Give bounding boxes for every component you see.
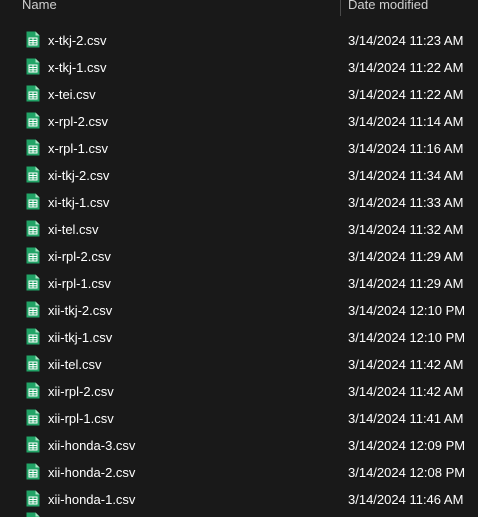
csv-spreadsheet-icon: [26, 409, 40, 426]
file-row[interactable]: xii-honda-3.csv 3/14/2024 12:09 PM: [0, 432, 478, 459]
csv-spreadsheet-icon: [26, 301, 40, 318]
file-row[interactable]: xii-rpl-1.csv 3/14/2024 11:41 AM: [0, 405, 478, 432]
file-date-modified: 3/14/2024 11:22 AM: [348, 60, 464, 75]
csv-spreadsheet-icon: [26, 85, 40, 102]
file-name: xii-rpl-2.csv: [48, 384, 114, 399]
file-name: x-rpl-1.csv: [48, 141, 108, 156]
csv-spreadsheet-icon: [26, 139, 40, 156]
file-name: xi-tkj-1.csv: [48, 195, 110, 210]
file-row[interactable]: xi-tkj-1.csv 3/14/2024 11:33 AM: [0, 189, 478, 216]
csv-spreadsheet-icon: [26, 247, 40, 264]
file-date-modified: 3/14/2024 11:41 AM: [348, 411, 464, 426]
name-column-header[interactable]: Name: [22, 0, 57, 14]
csv-spreadsheet-icon: [26, 166, 40, 183]
csv-spreadsheet-icon: [26, 490, 40, 507]
csv-spreadsheet-icon: [26, 512, 40, 517]
csv-spreadsheet-icon: [26, 382, 40, 399]
file-name: x-tkj-2.csv: [48, 33, 107, 48]
file-row[interactable]: xi-tel.csv 3/14/2024 11:32 AM: [0, 216, 478, 243]
file-name: xii-tel.csv: [48, 357, 102, 372]
csv-spreadsheet-icon: [26, 193, 40, 210]
file-date-modified: 3/14/2024 11:34 AM: [348, 168, 464, 183]
column-divider[interactable]: [340, 0, 341, 16]
file-date-modified: 3/14/2024 11:29 AM: [348, 276, 464, 291]
file-name: xii-tkj-1.csv: [48, 330, 113, 345]
file-date-modified: 3/14/2024 11:32 AM: [348, 222, 464, 237]
file-name: xii-honda-2.csv: [48, 465, 136, 480]
file-row[interactable]: xii-honda-1.csv 3/14/2024 11:46 AM: [0, 486, 478, 513]
file-row[interactable]: xii-tkj-2.csv 3/14/2024 12:10 PM: [0, 297, 478, 324]
file-date-modified: 3/14/2024 11:16 AM: [348, 141, 464, 156]
file-row[interactable]: xi-rpl-2.csv 3/14/2024 11:29 AM: [0, 243, 478, 270]
file-name: xi-rpl-1.csv: [48, 276, 111, 291]
file-row[interactable]: x-rpl-2.csv 3/14/2024 11:14 AM: [0, 108, 478, 135]
file-row[interactable]: xii-honda-2.csv 3/14/2024 12:08 PM: [0, 459, 478, 486]
file-row[interactable]: x-tei.csv 3/14/2024 11:22 AM: [0, 81, 478, 108]
file-row[interactable]: x-tkj-2.csv 3/14/2024 11:23 AM: [0, 27, 478, 54]
file-row[interactable]: xi-tkj-2.csv 3/14/2024 11:34 AM: [0, 162, 478, 189]
file-date-modified: 3/14/2024 11:42 AM: [348, 357, 464, 372]
file-row[interactable]: xii-tkj-1.csv 3/14/2024 12:10 PM: [0, 324, 478, 351]
file-date-modified: 3/14/2024 11:33 AM: [348, 195, 464, 210]
csv-spreadsheet-icon: [26, 436, 40, 453]
csv-spreadsheet-icon: [26, 220, 40, 237]
csv-spreadsheet-icon: [26, 58, 40, 75]
file-row[interactable]: x-tkj-1.csv 3/14/2024 11:22 AM: [0, 54, 478, 81]
file-date-modified: 3/14/2024 11:14 AM: [348, 114, 464, 129]
file-name: x-tei.csv: [48, 87, 96, 102]
date-modified-column-header[interactable]: Date modified: [348, 0, 428, 14]
csv-spreadsheet-icon: [26, 463, 40, 480]
file-name: xii-honda-3.csv: [48, 438, 136, 453]
file-date-modified: 3/14/2024 11:22 AM: [348, 87, 464, 102]
file-name: xii-rpl-1.csv: [48, 411, 114, 426]
csv-spreadsheet-icon: [26, 31, 40, 48]
file-date-modified: 3/14/2024 12:10 PM: [348, 330, 466, 345]
csv-spreadsheet-icon: [26, 355, 40, 372]
file-date-modified: 3/14/2024 11:29 AM: [348, 249, 464, 264]
csv-spreadsheet-icon: [26, 328, 40, 345]
file-name: xi-tel.csv: [48, 222, 99, 237]
file-date-modified: 3/14/2024 12:08 PM: [348, 465, 466, 480]
file-date-modified: 3/14/2024 11:42 AM: [348, 384, 464, 399]
file-name: xi-rpl-2.csv: [48, 249, 111, 264]
column-header-bar: Name Date modified: [0, 0, 478, 16]
file-date-modified: 3/14/2024 12:10 PM: [348, 303, 466, 318]
file-name: xii-tkj-2.csv: [48, 303, 113, 318]
file-date-modified: 3/14/2024 11:23 AM: [348, 33, 464, 48]
file-row[interactable]: xii-tel.csv 3/14/2024 11:42 AM: [0, 351, 478, 378]
file-name: xii-honda-1.csv: [48, 492, 136, 507]
csv-spreadsheet-icon: [26, 274, 40, 291]
file-row[interactable]: x-rpl-1.csv 3/14/2024 11:16 AM: [0, 135, 478, 162]
file-name: xi-tkj-2.csv: [48, 168, 110, 183]
file-row[interactable]: xi-rpl-1.csv 3/14/2024 11:29 AM: [0, 270, 478, 297]
file-name: x-tkj-1.csv: [48, 60, 107, 75]
file-row[interactable]: xii-rpl-2.csv 3/14/2024 11:42 AM: [0, 378, 478, 405]
csv-spreadsheet-icon: [26, 112, 40, 129]
file-date-modified: 3/14/2024 11:46 AM: [348, 492, 464, 507]
file-date-modified: 3/14/2024 12:09 PM: [348, 438, 466, 453]
file-list: x-tkj-2.csv 3/14/2024 11:23 AM x-tkj-1.csv…: [0, 27, 478, 513]
file-name: x-rpl-2.csv: [48, 114, 108, 129]
